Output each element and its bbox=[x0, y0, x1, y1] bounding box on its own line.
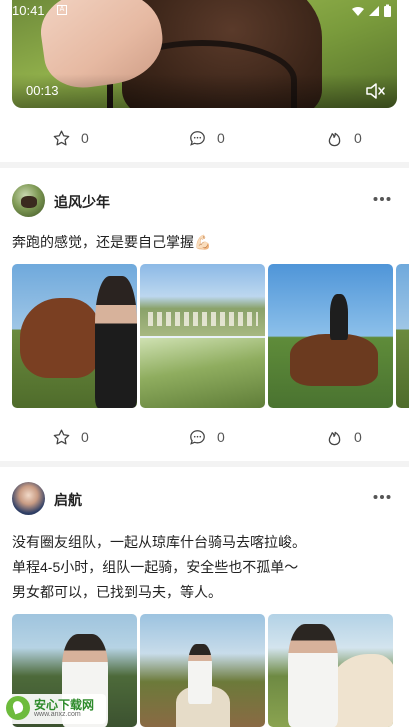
username[interactable]: 追风少年 bbox=[54, 192, 110, 212]
comment-count: 0 bbox=[217, 130, 225, 146]
star-icon bbox=[53, 429, 70, 444]
watermark-logo-icon bbox=[6, 696, 30, 720]
post-text: 没有圈友组队，一起从琼库什台骑马去喀拉峻。 单程4-5小时，组队一起骑，安全些也… bbox=[12, 530, 397, 605]
post-header: 追风少年 bbox=[12, 184, 397, 218]
status-time: 10:41 bbox=[12, 3, 45, 18]
avatar[interactable] bbox=[12, 184, 45, 217]
status-icons bbox=[352, 4, 391, 17]
photo[interactable] bbox=[268, 614, 393, 727]
divider bbox=[0, 461, 409, 467]
photo[interactable] bbox=[12, 264, 137, 408]
watermark: 安心下载网 www.anxz.com bbox=[4, 694, 106, 724]
photo[interactable] bbox=[140, 264, 265, 408]
hot-count: 0 bbox=[354, 130, 362, 146]
wifi-icon bbox=[352, 6, 364, 16]
comment-button[interactable]: 0 bbox=[188, 422, 225, 452]
status-bar: 10:41 A bbox=[0, 0, 409, 22]
photo[interactable] bbox=[140, 614, 265, 727]
photo[interactable] bbox=[396, 264, 409, 408]
photo[interactable] bbox=[268, 264, 393, 408]
comment-button[interactable]: 0 bbox=[188, 123, 225, 153]
signal-icon bbox=[369, 6, 379, 16]
like-count: 0 bbox=[81, 130, 89, 146]
flame-icon bbox=[328, 132, 341, 146]
action-row: 0 0 0 bbox=[0, 422, 409, 452]
like-button[interactable]: 0 bbox=[52, 123, 89, 153]
star-icon bbox=[53, 130, 70, 145]
hot-count: 0 bbox=[354, 429, 362, 445]
status-indicator: A bbox=[57, 5, 67, 15]
more-icon[interactable] bbox=[373, 494, 391, 500]
post-text-line: 男女都可以，已找到马夫，等人。 bbox=[12, 584, 222, 600]
like-button[interactable]: 0 bbox=[52, 422, 89, 452]
comment-icon bbox=[190, 429, 205, 445]
hot-button[interactable]: 0 bbox=[325, 123, 362, 153]
hot-button[interactable]: 0 bbox=[325, 422, 362, 452]
mute-icon[interactable] bbox=[365, 83, 385, 99]
avatar[interactable] bbox=[12, 482, 45, 515]
divider bbox=[0, 162, 409, 168]
flame-icon bbox=[328, 431, 341, 445]
battery-icon bbox=[384, 4, 391, 17]
post-text-line: 奔跑的感觉，还是要自己掌握💪🏻 bbox=[12, 234, 212, 250]
post-header: 启航 bbox=[12, 482, 397, 516]
watermark-url: www.anxz.com bbox=[34, 711, 81, 718]
action-row: 0 0 0 bbox=[0, 123, 409, 153]
post-text-line: 没有圈友组队，一起从琼库什台骑马去喀拉峻。 bbox=[12, 534, 306, 550]
comment-count: 0 bbox=[217, 429, 225, 445]
video-shade bbox=[12, 74, 397, 108]
video-timestamp: 00:13 bbox=[26, 83, 59, 98]
photo-grid bbox=[12, 264, 409, 408]
feed: 00:13 10:41 A 0 0 0 追风少年 奔跑的感觉，还是要自己掌握💪🏻… bbox=[0, 0, 409, 727]
comment-icon bbox=[190, 130, 205, 146]
like-count: 0 bbox=[81, 429, 89, 445]
post-text: 奔跑的感觉，还是要自己掌握💪🏻 bbox=[12, 230, 397, 255]
post-text-line: 单程4-5小时，组队一起骑，安全些也不孤单～ bbox=[12, 559, 299, 575]
more-icon[interactable] bbox=[373, 196, 391, 202]
username[interactable]: 启航 bbox=[54, 490, 82, 510]
